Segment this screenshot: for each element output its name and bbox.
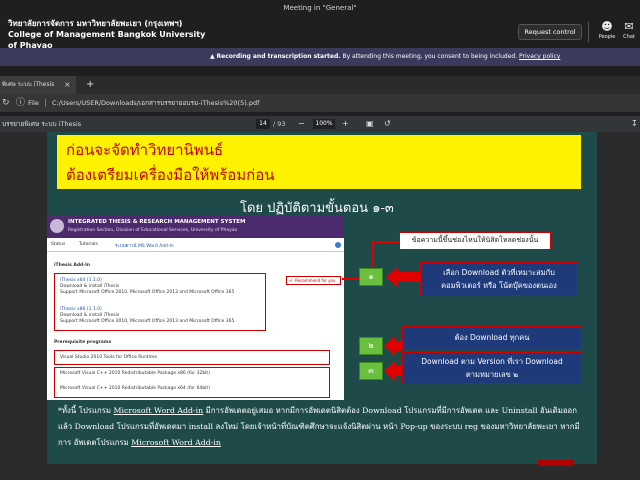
rotate-icon[interactable]: ↺	[384, 116, 391, 132]
banner-text: By attending this meeting, you consent t…	[342, 53, 518, 60]
new-tab-button[interactable]: +	[86, 76, 94, 94]
bottom-note-link-2: Microsoft Word Add-in	[131, 438, 221, 447]
university-logo	[50, 219, 64, 233]
presenter-line-2: College of Management Bangkok University	[8, 30, 206, 39]
slide-title-line-2: ต้องเตรียมเครื่องมือให้พร้อมก่อน	[66, 166, 275, 184]
refresh-icon[interactable]: ↻	[2, 94, 10, 112]
x64-link: Download & install iThesis	[60, 284, 120, 289]
browser-tabstrip: พิเศษ ระบบ iThesis × +	[0, 76, 640, 94]
tab-close-icon[interactable]: ×	[64, 76, 71, 94]
address-divider	[44, 99, 46, 107]
url-field[interactable]: File C:/Users/USER/Downloads/เอกสารบรรยา…	[28, 94, 259, 112]
box3-line-2: ตามหมายเลข ๒	[465, 370, 519, 379]
instruction-box-3: Download ตาม Version ที่เรา Download ตาม…	[402, 352, 582, 384]
pdf-toolbar: บรรยายพิเศษ ระบบ iThesis 14 / 93 − 100% …	[0, 116, 640, 132]
box1-line-1: เลือก Download ตัวที่เหมาะสมกับ	[443, 268, 555, 277]
instruction-box-1: เลือก Download ตัวที่เหมาะสมกับ คอมพิวเต…	[420, 262, 578, 296]
chat-label: Chat	[623, 34, 635, 40]
arrow-1-body	[397, 272, 419, 282]
address-prefix: File	[28, 99, 39, 107]
help-icon	[335, 242, 341, 248]
arrow-3-body	[394, 366, 402, 376]
arrow-1-head	[386, 266, 398, 288]
system-subtitle: Registration Section, Division of Educat…	[68, 228, 238, 233]
recording-banner: ▲ Recording and transcription started. B…	[0, 48, 640, 66]
box3-line-1: Download ตาม Version ที่เรา Download	[421, 357, 563, 366]
chat-button[interactable]: ✉ Chat	[620, 20, 638, 42]
info-icon[interactable]: ⓘ	[16, 94, 25, 112]
prereq-item-2: Microsoft Visual C++ 2010 Redistributabl…	[60, 371, 210, 376]
tab-status: Status	[51, 242, 66, 247]
section-addin: iThesis Add-In	[54, 263, 91, 268]
section-prereq: Prerequisite programs	[54, 340, 112, 345]
presenter-line-1: วิทยาลัยการจัดการ มหาวิทยาลัยพะเยา (กรุง…	[8, 19, 183, 28]
warning-icon: ▲	[210, 53, 215, 60]
presenter-name: วิทยาลัยการจัดการ มหาวิทยาลัยพะเยา (กรุง…	[8, 18, 205, 51]
arrow-2-body	[394, 341, 402, 351]
instruction-box-2: ต้อง Download ทุกคน	[402, 326, 582, 350]
step-badge-3: ๓	[359, 362, 383, 380]
people-button[interactable]: ☻ People	[596, 20, 618, 42]
prereq-item-3: Microsoft Visual C++ 2010 Redistributabl…	[60, 386, 210, 391]
pdf-document-name: บรรยายพิเศษ ระบบ iThesis	[2, 120, 82, 128]
banner-bold: Recording and transcription started.	[216, 53, 341, 60]
tab-addin: ระบบดาวน์ MS Word Add-In	[115, 244, 174, 249]
zoom-in-button[interactable]: +	[342, 116, 349, 132]
teams-meeting-bar: Meeting in "General" วิทยาลัยการจัดการ ม…	[0, 0, 640, 51]
tab-tutorials: Tutorials	[79, 242, 98, 247]
fit-page-icon[interactable]: ▣	[366, 116, 374, 132]
people-icon: ☻	[601, 20, 613, 33]
meeting-title: Meeting in "General"	[283, 4, 357, 12]
address-text: C:/Users/USER/Downloads/เอกสารบรรยายอบรม…	[52, 99, 260, 107]
box1-line-2: คอมพิวเตอร์ หรือ โน้ตบุ๊คของตนเอง	[441, 281, 557, 290]
callout-box-top: ข้อความนี้ขึ้นช่องไหนให้นิสิตโหลดช่องนั้…	[399, 232, 551, 250]
embedded-tabs: Status Tutorials ระบบดาวน์ MS Word Add-I…	[47, 240, 344, 252]
slide-footer-accent	[538, 460, 574, 466]
zoom-out-button[interactable]: −	[298, 116, 305, 132]
address-bar: ↻ ⓘ File C:/Users/USER/Downloads/เอกสารบ…	[0, 94, 640, 112]
arrow-3-head	[384, 361, 395, 381]
bottom-note-part-1: *ทั้งนี้ โปรแกรม	[58, 406, 112, 415]
callout-connector	[372, 241, 399, 243]
arrow-2-head	[384, 336, 395, 356]
bottom-note: *ทั้งนี้ โปรแกรม Microsoft Word Add-in ม…	[58, 403, 586, 451]
step-heading: โดย ปฏิบัติตามขั้นตอน ๑-๓	[240, 201, 394, 216]
x86-title: iThesis x86 (1.1.0)	[60, 307, 102, 312]
step-badge-1: ๑	[359, 268, 383, 286]
tab-label: พิเศษ ระบบ iThesis	[2, 81, 55, 88]
x64-title: iThesis x64 (1.1.0)	[60, 278, 102, 283]
page-total: / 93	[273, 120, 286, 128]
request-control-button[interactable]: Request control	[518, 24, 582, 40]
toolbar-divider	[588, 22, 589, 42]
prereq-item-1: Visual Studio 2010 Tools for Office Runt…	[60, 355, 158, 360]
x86-support: Support Microsoft Office 2010, Microsoft…	[60, 319, 235, 324]
privacy-policy-link[interactable]: Privacy policy	[519, 53, 560, 60]
chat-icon: ✉	[624, 20, 634, 33]
x86-link: Download & install iThesis	[60, 313, 120, 318]
page-number-input[interactable]: 14	[256, 119, 270, 129]
recommend-label: <- Recommend for you	[289, 278, 336, 283]
bottom-note-link-1: Microsoft Word Add-in	[113, 406, 204, 415]
slide-title-line-1: ก่อนจะจัดทำวิทยานิพนธ์	[66, 141, 224, 159]
download-icon[interactable]: ↧	[631, 116, 638, 132]
x64-support: Support Microsoft Office 2010, Microsoft…	[60, 290, 235, 295]
step-badge-2: ๒	[359, 337, 383, 355]
people-label: People	[598, 34, 616, 40]
system-title: INTEGRATED THESIS & RESEARCH MANAGEMENT …	[68, 219, 246, 225]
zoom-input[interactable]: 100%	[313, 119, 335, 129]
